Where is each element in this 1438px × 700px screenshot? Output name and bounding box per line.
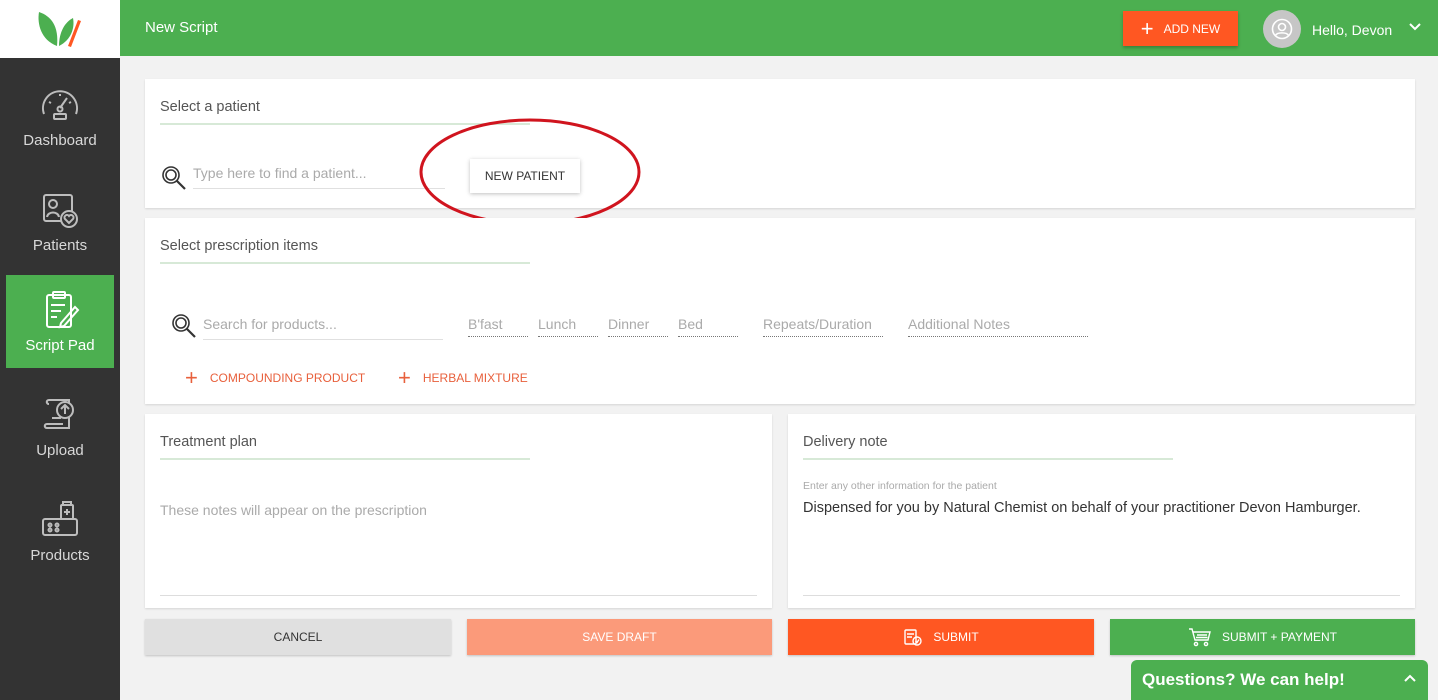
upload-scroll-icon bbox=[43, 399, 74, 429]
chevron-up-icon bbox=[1404, 674, 1416, 682]
herbal-label: HERBAL MIXTURE bbox=[422, 371, 528, 385]
sidebar-item-label: Upload bbox=[36, 442, 84, 459]
submit-label: SUBMIT bbox=[933, 630, 979, 644]
top-bar: New Script + ADD NEW Hello, Devon bbox=[120, 0, 1438, 56]
products-cart-icon bbox=[42, 501, 78, 536]
dinner-field[interactable]: Dinner bbox=[608, 316, 668, 337]
add-new-label: ADD NEW bbox=[1163, 21, 1221, 36]
sidebar-item-products[interactable]: Products bbox=[6, 485, 114, 578]
treatment-plan-textarea[interactable]: These notes will appear on the prescript… bbox=[160, 502, 757, 592]
logo[interactable] bbox=[0, 0, 120, 58]
sidebar-item-label: Dashboard bbox=[23, 132, 97, 149]
page-title: New Script bbox=[145, 19, 218, 36]
user-icon bbox=[1271, 18, 1293, 40]
sidebar-item-label: Products bbox=[30, 547, 90, 564]
delivery-note-card: Delivery note Enter any other informatio… bbox=[788, 414, 1415, 608]
sidebar-item-label: Patients bbox=[32, 237, 88, 254]
compounding-label: COMPOUNDING PRODUCT bbox=[209, 371, 366, 385]
delivery-hint: Enter any other information for the pati… bbox=[803, 480, 997, 492]
shopping-cart-icon bbox=[1188, 628, 1211, 647]
breakfast-field[interactable]: B'fast bbox=[468, 316, 528, 337]
search-icon bbox=[172, 314, 196, 338]
title-underline bbox=[160, 262, 530, 264]
leaf-logo-icon bbox=[38, 12, 81, 47]
cancel-button[interactable]: CANCEL bbox=[145, 619, 451, 655]
textarea-underline bbox=[160, 595, 757, 596]
add-new-button[interactable]: + ADD NEW bbox=[1123, 11, 1238, 46]
repeats-duration-field[interactable]: Repeats/Duration bbox=[763, 316, 883, 337]
speedometer-icon bbox=[42, 90, 78, 120]
prescription-icon bbox=[904, 629, 923, 646]
user-greeting[interactable]: Hello, Devon bbox=[1312, 22, 1392, 38]
submit-payment-button[interactable]: SUBMIT + PAYMENT bbox=[1110, 619, 1415, 655]
patient-section-title: Select a patient bbox=[160, 99, 260, 115]
save-draft-button[interactable]: SAVE DRAFT bbox=[467, 619, 772, 655]
help-chat-widget[interactable]: Questions? We can help! bbox=[1131, 660, 1428, 700]
add-compounding-product-button[interactable]: + COMPOUNDING PRODUCT bbox=[185, 367, 365, 389]
treatment-section-title: Treatment plan bbox=[160, 434, 257, 450]
sidebar-item-upload[interactable]: Upload bbox=[6, 380, 114, 473]
clipboard-pen-icon bbox=[46, 291, 80, 329]
sidebar-item-script-pad[interactable]: Script Pad bbox=[6, 275, 114, 368]
title-underline bbox=[803, 458, 1173, 460]
submit-payment-label: SUBMIT + PAYMENT bbox=[1221, 630, 1338, 644]
patient-search-input[interactable]: Type here to find a patient... bbox=[193, 165, 445, 189]
sidebar-item-label: Script Pad bbox=[25, 337, 95, 354]
product-search-input[interactable]: Search for products... bbox=[203, 316, 443, 340]
avatar[interactable] bbox=[1263, 10, 1301, 48]
search-icon bbox=[162, 166, 186, 190]
chevron-down-icon[interactable] bbox=[1408, 22, 1422, 32]
delivery-section-title: Delivery note bbox=[803, 434, 888, 450]
bed-field[interactable]: Bed bbox=[678, 316, 738, 337]
prescription-section-title: Select prescription items bbox=[160, 238, 318, 254]
plus-icon: + bbox=[398, 365, 411, 390]
new-patient-button[interactable]: NEW PATIENT bbox=[470, 159, 580, 193]
sidebar: Dashboard Patients Script Pad Upload Pro… bbox=[0, 0, 120, 700]
title-underline bbox=[160, 458, 530, 460]
lunch-field[interactable]: Lunch bbox=[538, 316, 598, 337]
treatment-plan-card: Treatment plan These notes will appear o… bbox=[145, 414, 772, 608]
textarea-underline bbox=[803, 595, 1400, 596]
prescription-items-card: Select prescription items Search for pro… bbox=[145, 218, 1415, 404]
additional-notes-field[interactable]: Additional Notes bbox=[908, 316, 1088, 337]
plus-icon: + bbox=[1140, 15, 1154, 41]
add-herbal-mixture-button[interactable]: + HERBAL MIXTURE bbox=[398, 367, 528, 389]
submit-button[interactable]: SUBMIT bbox=[788, 619, 1094, 655]
delivery-note-textarea[interactable]: Dispensed for you by Natural Chemist on … bbox=[803, 500, 1400, 516]
sidebar-item-patients[interactable]: Patients bbox=[6, 175, 114, 268]
plus-icon: + bbox=[185, 365, 198, 390]
patient-heart-icon bbox=[43, 194, 78, 228]
help-label: Questions? We can help! bbox=[1142, 670, 1345, 689]
sidebar-item-dashboard[interactable]: Dashboard bbox=[6, 70, 114, 163]
select-patient-card: Select a patient Type here to find a pat… bbox=[145, 79, 1415, 226]
